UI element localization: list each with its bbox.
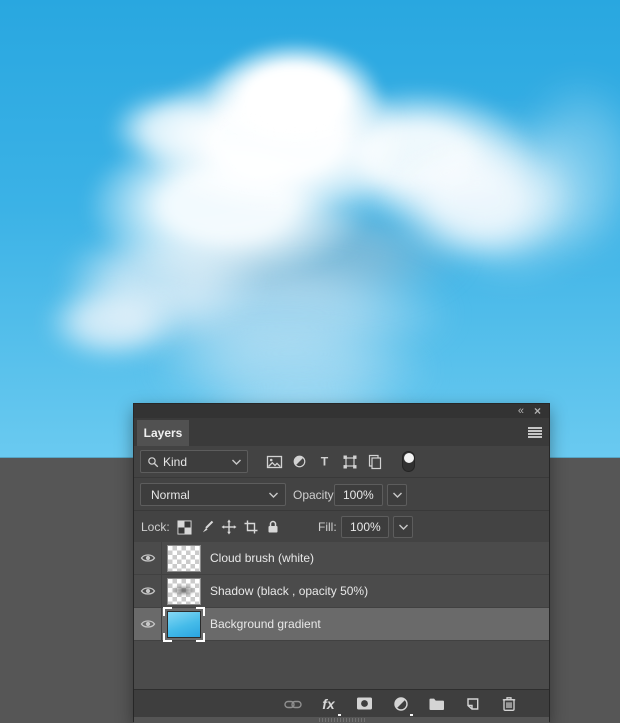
panel-resize-strip[interactable] (134, 717, 549, 723)
panel-menu-icon[interactable] (528, 427, 542, 438)
cloud-bright-peak (205, 40, 385, 155)
adjustment-indicator-dot (410, 714, 413, 716)
layer-name[interactable]: Shadow (black , opacity 50%) (210, 584, 368, 598)
visibility-toggle[interactable] (134, 575, 162, 607)
chevron-down-icon (268, 491, 279, 499)
panel-controls: Kind T Normal Opacity: 100% Lock: Fill: … (134, 446, 549, 542)
lock-position-icon[interactable] (220, 519, 237, 536)
lock-artboard-icon[interactable] (242, 519, 259, 536)
chevron-down-icon (231, 458, 242, 466)
smart-object-filter-icon[interactable] (366, 453, 383, 470)
collapse-to-icons-icon[interactable]: « (518, 406, 524, 417)
visibility-toggle[interactable] (134, 608, 162, 640)
panel-tabstrip: Layers (134, 418, 549, 446)
layer-row-shadow[interactable]: Shadow (black , opacity 50%) (134, 575, 549, 608)
link-layers-icon[interactable] (283, 694, 302, 713)
opacity-slider-button[interactable] (387, 483, 407, 506)
new-adjustment-layer-icon[interactable] (391, 694, 413, 716)
fill-value: 100% (350, 520, 381, 534)
toggle-knob (403, 452, 414, 463)
lock-all-icon[interactable] (264, 519, 281, 536)
opacity-input[interactable]: 100% (334, 483, 383, 506)
selection-corner (196, 606, 205, 616)
filter-type-buttons: T (266, 451, 415, 472)
opacity-label: Opacity: (293, 487, 338, 502)
fill-slider-button[interactable] (393, 516, 413, 538)
blend-row: Normal Opacity: 100% (134, 479, 549, 511)
eye-icon (140, 620, 155, 628)
lock-label: Lock: (141, 520, 170, 534)
cloud-right-lobe (385, 138, 570, 263)
close-icon[interactable]: × (534, 405, 541, 417)
eye-icon (140, 554, 155, 562)
svg-text:T: T (321, 455, 329, 469)
fill-input[interactable]: 100% (341, 516, 389, 538)
layers-panel: « × Layers Kind T Normal Opacity: 100% L… (133, 403, 550, 723)
layer-name[interactable]: Background gradient (210, 617, 321, 631)
blend-mode-value: Normal (151, 487, 190, 502)
new-layer-icon[interactable] (463, 694, 482, 713)
layer-thumbnail[interactable] (167, 577, 201, 605)
type-layer-filter-icon[interactable]: T (316, 453, 333, 470)
lock-buttons (176, 519, 281, 536)
document-canvas[interactable] (0, 0, 620, 458)
layer-style-icon[interactable]: fx (319, 694, 341, 716)
selection-corner (163, 632, 172, 642)
layer-row-cloud-brush[interactable]: Cloud brush (white) (134, 542, 549, 575)
add-layer-mask-icon[interactable] (355, 694, 374, 713)
visibility-toggle[interactable] (134, 542, 162, 574)
layer-filter-toggle[interactable] (402, 451, 415, 472)
selection-corner (196, 632, 205, 642)
shape-layer-filter-icon[interactable] (341, 453, 358, 470)
style-indicator-dot (338, 714, 341, 716)
lock-row: Lock: Fill: 100% (134, 512, 549, 542)
new-group-icon[interactable] (427, 694, 446, 713)
tab-layers[interactable]: Layers (137, 420, 189, 446)
resize-grip-icon (318, 718, 365, 722)
selection-corner (163, 606, 172, 616)
layer-list: Cloud brush (white) Shadow (black , opac… (134, 542, 549, 689)
layer-name[interactable]: Cloud brush (white) (210, 551, 314, 565)
filter-kind-dropdown[interactable]: Kind (140, 450, 248, 473)
layer-row-background-gradient[interactable]: Background gradient (134, 606, 549, 642)
thumbnail-shadow-smudge (171, 584, 196, 596)
cloud-left-puff (45, 283, 180, 361)
pixel-layer-filter-icon[interactable] (266, 453, 283, 470)
search-icon (147, 456, 159, 468)
opacity-value: 100% (343, 487, 374, 502)
filter-row: Kind T (134, 446, 549, 478)
delete-layer-icon[interactable] (499, 694, 518, 713)
fill-label: Fill: (318, 520, 337, 534)
eye-icon (140, 587, 155, 595)
blend-mode-dropdown[interactable]: Normal (140, 483, 286, 506)
adjustment-layer-filter-icon[interactable] (291, 453, 308, 470)
thumbnail-checkerboard (167, 544, 201, 572)
lock-transparency-icon[interactable] (176, 519, 193, 536)
filter-kind-value: Kind (163, 454, 188, 469)
panel-titlebar: « × (134, 404, 549, 418)
lock-pixels-icon[interactable] (198, 519, 215, 536)
layer-thumbnail[interactable] (163, 606, 205, 642)
panel-footer: fx (134, 689, 549, 717)
layer-thumbnail[interactable] (167, 544, 201, 572)
